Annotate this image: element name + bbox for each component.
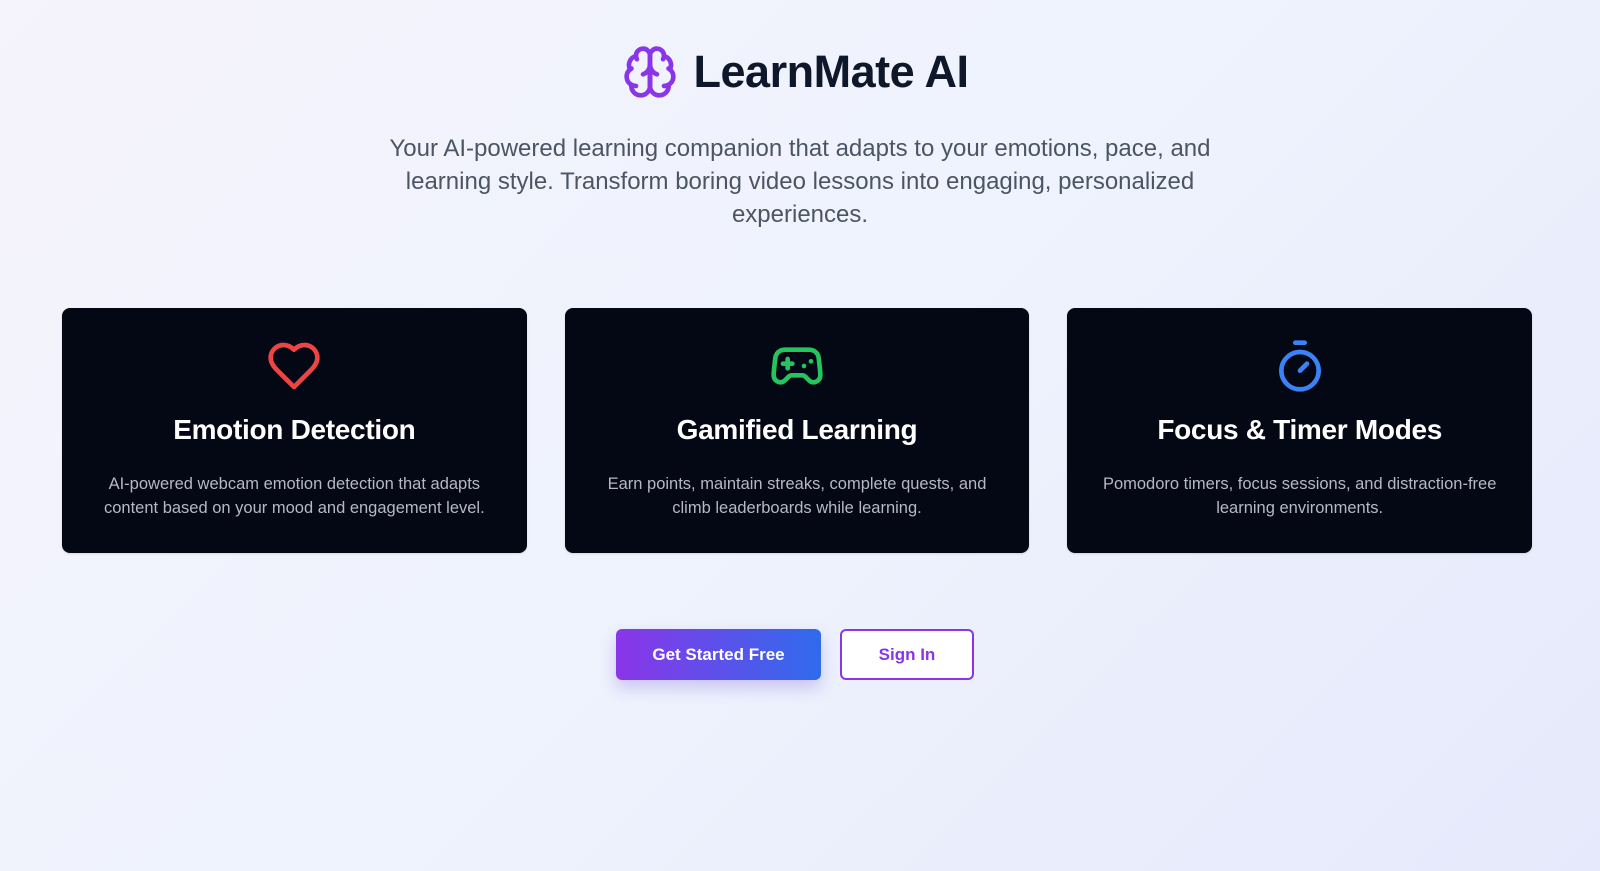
feature-title: Emotion Detection xyxy=(173,414,416,445)
brain-icon xyxy=(622,44,678,100)
feature-card-emotion-detection: Emotion Detection AI-powered webcam emot… xyxy=(62,308,527,553)
gamepad-icon xyxy=(769,338,825,394)
feature-title: Gamified Learning xyxy=(676,414,918,445)
get-started-button[interactable]: Get Started Free xyxy=(616,629,821,680)
feature-description: AI-powered webcam emotion detection that… xyxy=(103,475,485,517)
timer-icon xyxy=(1272,338,1328,394)
feature-cards: Emotion Detection AI-powered webcam emot… xyxy=(62,308,1533,553)
cta-actions: Get Started Free Sign In xyxy=(0,629,1600,680)
heart-icon xyxy=(266,338,322,394)
feature-title: Focus & Timer Modes xyxy=(1157,414,1443,445)
feature-card-focus-timer: Focus & Timer Modes Pomodoro timers, foc… xyxy=(1067,308,1533,553)
feature-card-gamified-learning: Gamified Learning Earn points, maintain … xyxy=(564,308,1030,553)
hero-tagline: Your AI-powered learning companion that … xyxy=(389,135,1211,228)
feature-description: Earn points, maintain streaks, complete … xyxy=(607,475,987,517)
page-title: LearnMate AI xyxy=(693,46,969,97)
brand-header: LearnMate AI xyxy=(0,44,1600,100)
feature-description: Pomodoro timers, focus sessions, and dis… xyxy=(1102,475,1497,517)
sign-in-button[interactable]: Sign In xyxy=(840,629,974,680)
